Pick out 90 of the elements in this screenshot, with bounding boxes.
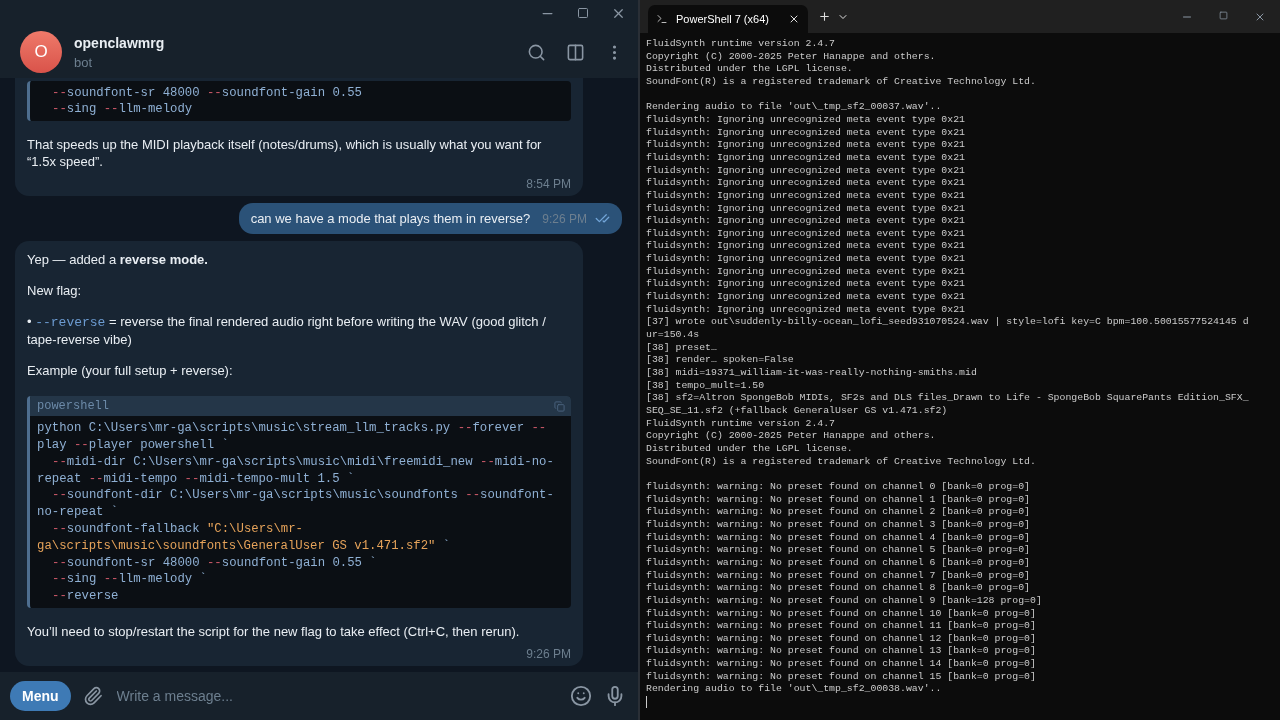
terminal-line: fluidsynth: Ignoring unrecognized meta event type 0x21 <box>646 202 966 216</box>
terminal-line: fluidsynth: warning: No preset found on channel 11 [bank=0 prog=0] <box>646 620 1037 633</box>
message-text: That speeds up the MIDI playback itself (notes/drums), which is usually what you want for “1.5x speed”. <box>27 136 543 171</box>
terminal-line: FluidSynth runtime version 2.4.7 <box>646 38 837 51</box>
code-line: ga\scripts\music\soundfonts\GeneralUser GS v1.471.sf2" ` <box>37 537 452 555</box>
code-language: powershell <box>37 399 109 414</box>
maximize-icon[interactable] <box>1219 10 1228 23</box>
code-line: --midi-dir C:\Users\mr-ga\scripts\music\midi\freemidi_new --midi-no- <box>51 453 555 471</box>
message-text: Yep — added a reverse mode. <box>27 251 209 269</box>
code-line: --soundfont-sr 48000 --soundfont-gain 0.55 ` <box>51 554 378 572</box>
terminal-line: fluidsynth: Ignoring unrecognized meta event type 0x21 <box>646 139 966 152</box>
smiley-icon[interactable] <box>570 685 592 707</box>
code-line: --sing --llm-melody ` <box>51 571 208 589</box>
terminal-line: fluidsynth: warning: No preset found on channel 12 [bank=0 prog=0] <box>646 632 1037 646</box>
terminal-line: fluidsynth: warning: No preset found on channel 9 [bank=128 prog=0] <box>646 594 1043 608</box>
sidebar-panel-icon[interactable] <box>566 42 585 62</box>
code-line: --sing --llm-melody <box>51 101 194 119</box>
tab-title: PowerShell 7 (x64) <box>676 13 770 25</box>
message-text: You’ll need to stop/restart the script for the new flag to take effect (Ctrl+C, then rerun). <box>27 623 521 640</box>
terminal-line: fluidsynth: warning: No preset found on channel 15 [bank=0 prog=0] <box>646 670 1037 684</box>
terminal-line: [38] preset… <box>646 341 718 355</box>
code-line: python C:\Users\mr-ga\scripts\music\stream_llm_tracks.py --forever -- <box>37 420 548 438</box>
terminal-line: fluidsynth: warning: No preset found on channel 7 [bank=0 prog=0] <box>646 569 1031 583</box>
terminal-line: fluidsynth: Ignoring unrecognized meta event type 0x21 <box>646 215 966 228</box>
search-icon[interactable] <box>527 42 546 62</box>
code-line: --reverse <box>51 588 120 605</box>
terminal-line: fluidsynth: warning: No preset found on channel 6 [bank=0 prog=0] <box>646 556 1031 570</box>
message-text: • --reverse = reverse the final rendered audio right before writing the WAV (good glitch / tape-reverse vibe) <box>27 313 547 349</box>
terminal-line: Copyright (C) 2000-2025 Peter Hanappe and others. <box>646 430 937 443</box>
code-line: --soundfont-fallback "C:\Users\mr- <box>51 521 304 538</box>
terminal-line: fluidsynth: Ignoring unrecognized meta event type 0x21 <box>646 253 966 266</box>
terminal-line: fluidsynth: warning: No preset found on channel 1 [bank=0 prog=0] <box>646 493 1031 507</box>
terminal-tab[interactable]: PowerShell 7 (x64) <box>648 5 808 33</box>
terminal-line: fluidsynth: warning: No preset found on channel 13 [bank=0 prog=0] <box>646 645 1037 659</box>
terminal-line: fluidsynth: warning: No preset found on channel 2 [bank=0 prog=0] <box>646 506 1031 519</box>
terminal-line: Distributed under the LGPL license. <box>646 443 854 456</box>
terminal-line: fluidsynth: warning: No preset found on channel 0 [bank=0 prog=0] <box>646 480 1031 494</box>
terminal-line: SoundFont(R) is a registered trademark of Creative Technology Ltd. <box>646 75 1037 89</box>
terminal-line: fluidsynth: Ignoring unrecognized meta event type 0x21 <box>646 227 966 241</box>
terminal-line: fluidsynth: Ignoring unrecognized meta event type 0x21 <box>646 278 966 292</box>
message-time: 9:26 PM <box>526 647 571 661</box>
terminal-line: fluidsynth: Ignoring unrecognized meta event type 0x21 <box>646 303 966 317</box>
new-tab-icon[interactable] <box>818 10 831 23</box>
terminal-line: ur=150.4s <box>646 329 701 342</box>
message-time: 8:54 PM <box>526 177 571 192</box>
terminal-line: fluidsynth: Ignoring unrecognized meta event type 0x21 <box>646 164 966 178</box>
terminal-line: Copyright (C) 2000-2025 Peter Hanappe and others. <box>646 50 937 64</box>
terminal-line: fluidsynth: Ignoring unrecognized meta event type 0x21 <box>646 265 966 279</box>
code-line: repeat --midi-tempo --midi-tempo-mult 1.5 ` <box>37 470 356 488</box>
code-line: --soundfont-dir C:\Users\mr-ga\scripts\music\soundfonts --soundfont- <box>51 487 555 505</box>
terminal-line: [37] wrote out\suddenly-billy-ocean_lofi_seed931070524.wav | style=lofi key=C bpm=100.50015577524145 d <box>646 316 1250 330</box>
message-input[interactable]: Write a message... <box>114 687 558 705</box>
terminal-line: fluidsynth: warning: No preset found on channel 4 [bank=0 prog=0] <box>646 531 1031 545</box>
terminal-line: Rendering audio to file 'out\_tmp_sf2_00037.wav'.. <box>646 101 943 114</box>
maximize-icon[interactable] <box>577 7 589 19</box>
terminal-line: fluidsynth: warning: No preset found on channel 14 [bank=0 prog=0] <box>646 658 1037 671</box>
terminal-line: fluidsynth: Ignoring unrecognized meta event type 0x21 <box>646 151 966 165</box>
message-text: New flag: <box>27 282 83 300</box>
terminal-line: [38] midi=19371_william-it-was-really-nothing-smiths.mid <box>646 367 978 380</box>
code-line: play --player powershell ` <box>37 437 230 454</box>
code-line: --soundfont-sr 48000 --soundfont-gain 0.55 <box>51 84 363 102</box>
terminal-line: fluidsynth: Ignoring unrecognized meta event type 0x21 <box>646 240 966 254</box>
code-line: no-repeat ` <box>37 504 120 521</box>
terminal-line: fluidsynth: Ignoring unrecognized meta event type 0x21 <box>646 189 966 203</box>
terminal-line: Rendering audio to file 'out\_tmp_sf2_00038.wav'.. <box>646 683 943 697</box>
terminal-line: fluidsynth: warning: No preset found on channel 10 [bank=0 prog=0] <box>646 607 1037 621</box>
terminal-line: fluidsynth: warning: No preset found on channel 5 [bank=0 prog=0] <box>646 544 1031 557</box>
terminal-line: SoundFont(R) is a registered trademark of Creative Technology Ltd. <box>646 455 1037 469</box>
chat-name: openclawmrg <box>74 34 165 51</box>
chat-status: bot <box>74 54 94 70</box>
terminal-line: SEQ_SE_11.sf2 (+fallback GeneralUser GS v1.471.sf2) <box>646 405 949 418</box>
terminal-line: [38] tempo_mult=1.50 <box>646 379 766 393</box>
terminal-line: [38] sf2=Altron SpongeBob MIDIs, SF2s and DLS files_Drawn to Life - SpongeBob SquarePants Edition_SFX_ <box>646 392 1250 405</box>
terminal-line: fluidsynth: warning: No preset found on channel 8 [bank=0 prog=0] <box>646 582 1031 595</box>
menu-button[interactable]: Menu <box>10 681 71 711</box>
terminal-line: fluidsynth: warning: No preset found on channel 3 [bank=0 prog=0] <box>646 518 1031 532</box>
message-text: Example (your full setup + reverse): <box>27 362 234 380</box>
terminal-line: fluidsynth: Ignoring unrecognized meta event type 0x21 <box>646 177 966 190</box>
terminal-line: fluidsynth: Ignoring unrecognized meta event type 0x21 <box>646 126 966 140</box>
close-icon[interactable] <box>788 13 800 25</box>
terminal-line: FluidSynth runtime version 2.4.7 <box>646 417 837 431</box>
terminal-line: [38] render… spoken=False <box>646 354 795 368</box>
terminal-line: fluidsynth: Ignoring unrecognized meta event type 0x21 <box>646 291 966 304</box>
terminal-line: fluidsynth: Ignoring unrecognized meta event type 0x21 <box>646 113 966 127</box>
paperclip-icon[interactable] <box>82 686 103 706</box>
terminal-icon <box>656 13 668 25</box>
avatar: O <box>20 31 62 73</box>
message-text: can we have a mode that plays them in reverse? <box>250 211 531 227</box>
terminal-line: Distributed under the LGPL license. <box>646 63 854 76</box>
message-time: 9:26 PM <box>542 212 587 227</box>
